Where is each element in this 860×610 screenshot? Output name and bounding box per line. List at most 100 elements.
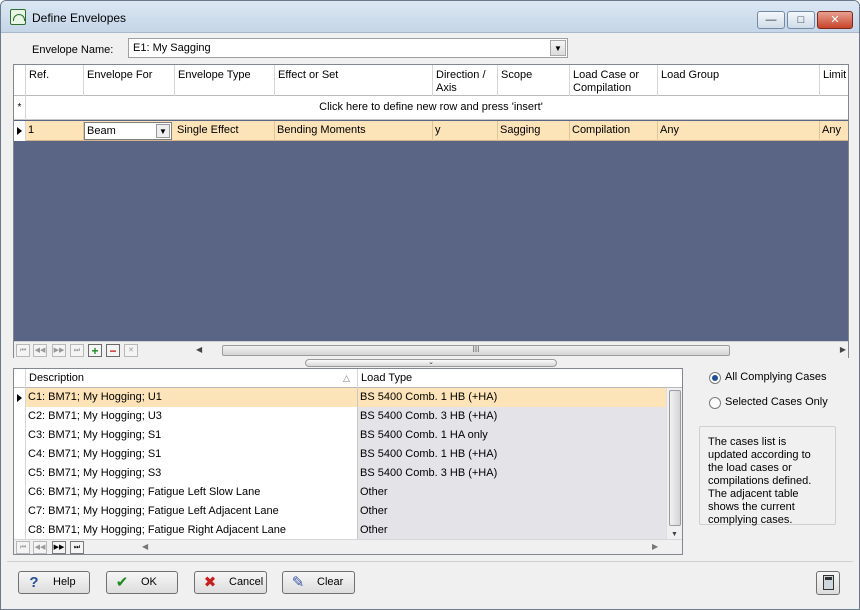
- row-indicator: [14, 121, 26, 141]
- delete-row-button[interactable]: ✕: [124, 344, 138, 357]
- question-icon: ?: [29, 574, 39, 591]
- cases-grid-header: Description △ Load Type: [14, 369, 682, 388]
- cell-limit[interactable]: Any: [820, 121, 848, 141]
- list-item[interactable]: C7: BM71; My Hogging; Fatigue Left Adjac…: [14, 502, 666, 521]
- prev-page-button[interactable]: ◀◀: [33, 344, 47, 357]
- vertical-scrollbar[interactable]: ▼: [666, 388, 682, 539]
- close-button[interactable]: ✕: [817, 11, 853, 29]
- minimize-button[interactable]: —: [757, 11, 785, 29]
- case-description[interactable]: C4: BM71; My Hogging; S1: [26, 445, 358, 464]
- list-item[interactable]: C5: BM71; My Hogging; S3 BS 5400 Comb. 3…: [14, 464, 666, 483]
- case-description[interactable]: C6: BM71; My Hogging; Fatigue Left Slow …: [26, 483, 358, 502]
- prev-page-button[interactable]: ◀◀: [33, 541, 47, 554]
- list-item[interactable]: C4: BM71; My Hogging; S1 BS 5400 Comb. 1…: [14, 445, 666, 464]
- case-description[interactable]: C3: BM71; My Hogging; S1: [26, 426, 358, 445]
- list-item[interactable]: C8: BM71; My Hogging; Fatigue Right Adja…: [14, 521, 666, 539]
- envelope-for-dropdown[interactable]: Beam ▼: [84, 122, 172, 140]
- scroll-left-icon[interactable]: ◀: [142, 542, 148, 551]
- selected-only-radio[interactable]: Selected Cases Only: [709, 396, 839, 412]
- case-description[interactable]: C7: BM71; My Hogging; Fatigue Left Adjac…: [26, 502, 358, 521]
- col-envelope-for[interactable]: Envelope For: [84, 65, 175, 96]
- all-complying-label[interactable]: All Complying Cases: [725, 371, 826, 383]
- panel-splitter[interactable]: ⌄: [305, 359, 557, 367]
- cell-direction[interactable]: y: [433, 121, 498, 141]
- case-load-type[interactable]: BS 5400 Comb. 1 HB (+HA): [358, 388, 666, 407]
- envelope-name-combo[interactable]: E1: My Sagging ▼: [128, 38, 568, 58]
- selected-only-label[interactable]: Selected Cases Only: [725, 396, 828, 408]
- new-row[interactable]: * Click here to define new row and press…: [14, 96, 848, 120]
- list-item[interactable]: C1: BM71; My Hogging; U1 BS 5400 Comb. 1…: [14, 388, 666, 407]
- add-row-button[interactable]: +: [88, 344, 102, 357]
- case-description[interactable]: C8: BM71; My Hogging; Fatigue Right Adja…: [26, 521, 358, 539]
- list-item[interactable]: C2: BM71; My Hogging; U3 BS 5400 Comb. 3…: [14, 407, 666, 426]
- scroll-right-icon[interactable]: ▶: [840, 345, 846, 354]
- table-row[interactable]: 1 Beam ▼ Single Effect Bending Moments y…: [14, 121, 848, 141]
- maximize-button[interactable]: □: [787, 11, 815, 29]
- cell-effect-or-set[interactable]: Bending Moments: [275, 121, 433, 141]
- cases-navigator: ⏮ ◀◀ ▶▶ ⏭ ◀ ▶: [14, 539, 682, 554]
- chevron-down-icon[interactable]: ▼: [156, 124, 170, 138]
- row-indicator: [14, 407, 26, 426]
- col-ref[interactable]: Ref.: [26, 65, 84, 96]
- col-description[interactable]: Description: [26, 369, 358, 388]
- list-item[interactable]: C3: BM71; My Hogging; S1 BS 5400 Comb. 1…: [14, 426, 666, 445]
- grid-navigator: ⏮ ◀◀ ▶▶ ⏭ + − ✕ ◀ III ▶: [14, 341, 848, 358]
- row-indicator: [14, 502, 26, 521]
- define-envelopes-window: Define Envelopes — □ ✕ Envelope Name: E1…: [0, 0, 860, 610]
- all-complying-radio[interactable]: All Complying Cases: [709, 371, 839, 387]
- list-item[interactable]: C6: BM71; My Hogging; Fatigue Left Slow …: [14, 483, 666, 502]
- current-row-icon: [17, 127, 22, 135]
- case-description[interactable]: C2: BM71; My Hogging; U3: [26, 407, 358, 426]
- cell-ref[interactable]: 1: [26, 121, 84, 141]
- cell-load-group[interactable]: Any: [658, 121, 820, 141]
- clear-button[interactable]: ✎ Clear: [282, 571, 355, 594]
- calculator-button[interactable]: [816, 571, 840, 595]
- col-load-type[interactable]: Load Type: [358, 369, 682, 388]
- scroll-thumb[interactable]: [669, 390, 681, 526]
- scroll-down-icon[interactable]: ▼: [671, 531, 678, 538]
- radio-unselected-icon[interactable]: [709, 397, 721, 409]
- title-bar[interactable]: Define Envelopes — □ ✕: [1, 1, 859, 33]
- first-record-button[interactable]: ⏮: [16, 344, 30, 357]
- col-limit[interactable]: Limit S: [820, 65, 848, 96]
- remove-row-button[interactable]: −: [106, 344, 120, 357]
- cancel-button[interactable]: ✖ Cancel: [194, 571, 267, 594]
- radio-selected-icon[interactable]: [709, 372, 721, 384]
- case-description[interactable]: C5: BM71; My Hogging; S3: [26, 464, 358, 483]
- row-indicator: [14, 464, 26, 483]
- col-load-group[interactable]: Load Group: [658, 65, 820, 96]
- cell-load-case[interactable]: Compilation: [570, 121, 658, 141]
- help-button[interactable]: ? Help: [18, 571, 90, 594]
- last-record-button[interactable]: ⏭: [70, 344, 84, 357]
- case-description[interactable]: C1: BM71; My Hogging; U1: [26, 388, 358, 407]
- cell-envelope-type[interactable]: Single Effect: [175, 121, 275, 141]
- next-page-button[interactable]: ▶▶: [52, 541, 66, 554]
- scroll-right-icon[interactable]: ▶: [652, 542, 658, 551]
- chevron-down-icon[interactable]: ▼: [550, 40, 566, 56]
- scroll-thumb[interactable]: III: [222, 345, 730, 356]
- last-record-button[interactable]: ⏭: [70, 541, 84, 554]
- col-scope[interactable]: Scope: [498, 65, 570, 96]
- ok-button[interactable]: ✔ OK: [106, 571, 178, 594]
- case-load-type[interactable]: BS 5400 Comb. 1 HB (+HA): [358, 445, 666, 464]
- row-indicator: [14, 426, 26, 445]
- col-direction-axis[interactable]: Direction / Axis: [433, 65, 498, 96]
- scroll-left-icon[interactable]: ◀: [196, 345, 202, 354]
- new-row-prompt[interactable]: Click here to define new row and press '…: [14, 101, 848, 113]
- col-envelope-type[interactable]: Envelope Type: [175, 65, 275, 96]
- col-effect-or-set[interactable]: Effect or Set: [275, 65, 433, 96]
- case-load-type[interactable]: Other: [358, 483, 666, 502]
- first-record-button[interactable]: ⏮: [16, 541, 30, 554]
- horizontal-scrollbar[interactable]: ◀ III ▶: [194, 343, 848, 358]
- case-load-type[interactable]: BS 5400 Comb. 3 HB (+HA): [358, 464, 666, 483]
- case-load-type[interactable]: BS 5400 Comb. 1 HA only: [358, 426, 666, 445]
- col-load-case[interactable]: Load Case or Compilation: [570, 65, 658, 96]
- x-icon: ✖: [203, 574, 217, 591]
- envelope-name-label: Envelope Name:: [32, 44, 114, 56]
- case-load-type[interactable]: BS 5400 Comb. 3 HB (+HA): [358, 407, 666, 426]
- cell-scope[interactable]: Sagging: [498, 121, 570, 141]
- case-load-type[interactable]: Other: [358, 521, 666, 539]
- next-page-button[interactable]: ▶▶: [52, 344, 66, 357]
- ok-label: OK: [141, 576, 157, 588]
- case-load-type[interactable]: Other: [358, 502, 666, 521]
